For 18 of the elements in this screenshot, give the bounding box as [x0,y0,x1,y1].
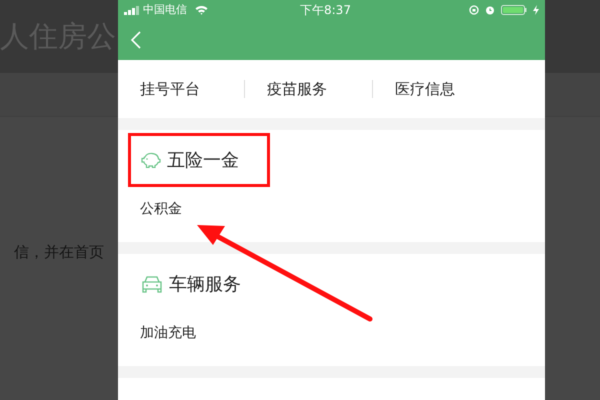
back-icon[interactable] [131,31,141,49]
service-item[interactable]: 加油充电 [140,323,196,344]
clock-time: 下午8:37 [300,2,351,19]
service-link[interactable]: 医疗信息 [373,78,500,100]
charging-icon [533,5,539,15]
alarm-icon [485,5,495,15]
section-title: 五险一金 [167,148,239,172]
carrier-name: 中国电信 [143,2,187,18]
piggy-bank-icon [141,152,161,168]
rotation-lock-icon [469,5,479,15]
section-title: 车辆服务 [169,272,241,296]
service-link[interactable]: 疫苗服务 [245,78,372,100]
battery-icon [501,5,527,15]
service-item[interactable]: 公积金 [140,199,182,220]
wifi-icon [195,5,208,15]
car-icon [141,275,163,293]
signal-icon [124,6,140,14]
service-link[interactable]: 挂号平台 [118,78,244,100]
